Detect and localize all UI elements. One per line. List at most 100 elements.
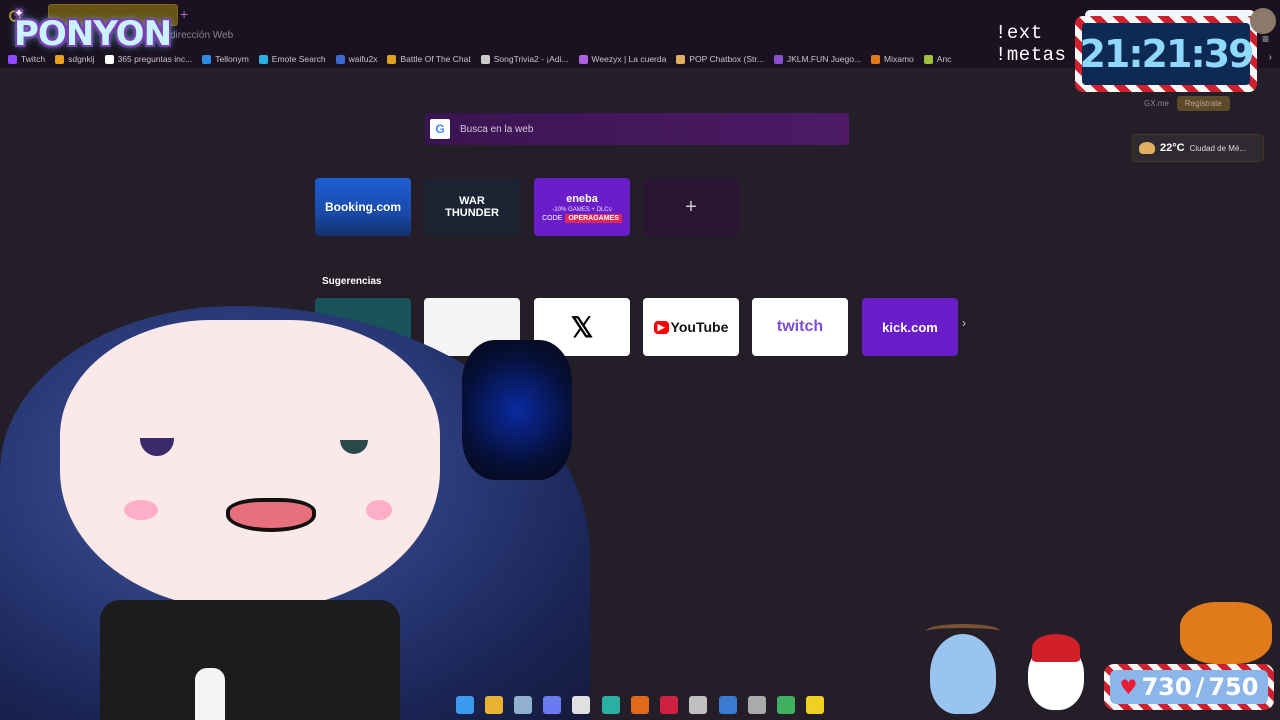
bookmark-item[interactable]: Battle Of The Chat <box>387 54 471 64</box>
gx-link[interactable]: GX.me <box>1144 99 1169 108</box>
add-speed-dial-button[interactable]: + <box>643 178 739 236</box>
menu-icon[interactable]: ≡ <box>1262 32 1269 46</box>
weather-city: Ciudad de Mé... <box>1189 143 1247 153</box>
santa-hat-chibi <box>1028 634 1084 710</box>
suggestions-title: Sugerencias <box>322 276 382 287</box>
opera-gx-icon[interactable] <box>660 696 679 714</box>
bookmarks-more-button[interactable]: › <box>1269 52 1272 63</box>
speed-dial-war-thunder[interactable]: WAR THUNDER <box>424 178 520 236</box>
bookmark-item[interactable]: Weezyx | La cuerda <box>578 54 667 64</box>
eneba-code: CODE OPERAGAMES <box>542 213 622 223</box>
bookmark-label: Twitch <box>21 54 46 64</box>
weather-temperature: 22°C <box>1160 142 1185 154</box>
file-explorer-icon[interactable] <box>484 696 503 714</box>
eneba-code-value: OPERAGAMES <box>565 213 622 223</box>
vscode-icon[interactable] <box>718 696 737 714</box>
channel-logo: ✦ PONYON <box>14 6 172 54</box>
bookmark-favicon-icon <box>55 54 65 64</box>
bookmark-item[interactable]: waifu2x <box>335 54 377 64</box>
bookmark-label: Emote Search <box>271 54 326 64</box>
twitch-label: twitch <box>776 318 824 335</box>
stream-clock: 21:21:39 <box>1075 16 1257 92</box>
bookmark-item[interactable]: Mixamo <box>871 54 914 64</box>
clock-time: 21:21:39 <box>1079 23 1255 85</box>
bookmark-item[interactable]: Tellonym <box>202 54 249 64</box>
gx-widget: GX.me Regístrate <box>1132 92 1264 114</box>
sticky-notes-icon[interactable] <box>806 696 825 714</box>
war-thunder-label-2: THUNDER <box>445 207 499 219</box>
steam-icon[interactable] <box>514 696 533 714</box>
search-input[interactable]: Busca en la web <box>460 124 533 135</box>
bookmark-favicon-icon <box>387 54 397 64</box>
bookmark-favicon-icon <box>871 54 881 64</box>
vtuber-hoodie <box>100 600 400 720</box>
command-ext: !ext <box>995 22 1043 44</box>
bookmark-label: SongTrivia2 - ¡Adi... <box>493 54 569 64</box>
windows-start-icon[interactable] <box>455 696 474 714</box>
bookmark-favicon-icon <box>480 54 490 64</box>
suggestion-youtube[interactable]: ▶ YouTube <box>643 298 739 356</box>
bookmark-item[interactable]: JKLM.FUN Juego... <box>773 54 862 64</box>
vtuber-mouth <box>226 498 316 532</box>
register-button[interactable]: Regístrate <box>1176 95 1230 111</box>
new-tab-button[interactable]: + <box>180 6 188 22</box>
bookmark-label: 365 preguntas inc... <box>117 54 193 64</box>
bookmark-favicon-icon <box>104 54 114 64</box>
bookmark-item[interactable]: SongTrivia2 - ¡Adi... <box>480 54 569 64</box>
speed-dial-eneba[interactable]: eneba -10% GAMES + DLCs CODE OPERAGAMES <box>534 178 630 236</box>
bookmark-item[interactable]: Twitch <box>8 54 45 64</box>
bookmark-item[interactable]: Emote Search <box>258 54 326 64</box>
bookmark-favicon-icon <box>923 54 933 64</box>
firefox-icon[interactable] <box>630 696 649 714</box>
weather-widget[interactable]: 22°C Ciudad de Mé... <box>1132 134 1264 162</box>
santa-hat <box>1032 634 1080 662</box>
goal-target: 750 <box>1208 673 1259 701</box>
command-metas: !metas <box>995 44 1067 66</box>
x-logo-icon: 𝕏 <box>570 311 594 343</box>
bookmark-favicon-icon <box>773 54 783 64</box>
profile-avatar[interactable] <box>1250 8 1276 34</box>
youtube-label: YouTube <box>670 319 729 335</box>
bookmark-item[interactable]: POP Chatbox (Str... <box>676 54 764 64</box>
suggestion-twitch[interactable]: twitch <box>752 298 848 356</box>
discord-icon[interactable] <box>543 696 562 714</box>
follower-goal: ♥ 730 / 750 <box>1104 664 1274 710</box>
obs-icon[interactable] <box>747 696 766 714</box>
vtuber-hoodie-lace <box>195 668 225 720</box>
squirrel-mascot <box>1180 602 1272 664</box>
bookmark-favicon-icon <box>676 54 686 64</box>
bookmark-label: Battle Of The Chat <box>400 54 471 64</box>
chatgpt-icon[interactable] <box>572 696 591 714</box>
vtuber-face <box>60 320 440 610</box>
speed-dial-booking[interactable]: Booking.com <box>315 178 411 236</box>
bookmark-favicon-icon <box>335 54 345 64</box>
bookmark-item[interactable]: sdgnkij <box>55 54 95 64</box>
windows-taskbar <box>450 690 830 720</box>
eneba-label: eneba <box>566 192 598 205</box>
google-icon: G <box>430 119 450 139</box>
suggestions-next-button[interactable]: › <box>962 316 966 330</box>
bookmark-label: Weezyx | La cuerda <box>591 54 667 64</box>
youtube-play-icon: ▶ <box>653 320 669 334</box>
edge-icon[interactable] <box>601 696 620 714</box>
web-search-box[interactable]: G Busca en la web <box>425 113 849 145</box>
bookmark-label: JKLM.FUN Juego... <box>786 54 862 64</box>
suggestion-kick[interactable]: kick.com <box>862 298 958 356</box>
bookmark-item[interactable]: 365 preguntas inc... <box>104 54 193 64</box>
chat-commands: !ext !metas <box>995 22 1066 66</box>
vtuber-right-blush <box>366 500 392 520</box>
heart-icon: ♥ <box>1119 675 1138 699</box>
bookmark-label: sdgnkij <box>68 54 95 64</box>
bookmark-favicon-icon <box>202 54 212 64</box>
bookmark-label: Anc <box>936 54 952 64</box>
kick-label: kick.com <box>882 319 938 335</box>
app-green-icon[interactable] <box>777 696 796 714</box>
war-thunder-label-1: WAR <box>459 195 485 207</box>
plus-icon: + <box>685 195 697 218</box>
bookmark-item[interactable]: Anc <box>923 54 952 64</box>
bookmark-label: Tellonym <box>215 54 249 64</box>
booking-label: Booking.com <box>324 200 401 214</box>
tradingview-icon[interactable] <box>689 696 708 714</box>
screen: + dirección Web Twitch sdgnkij 365 pregunt… <box>0 0 1280 720</box>
address-bar[interactable]: dirección Web <box>170 30 233 41</box>
